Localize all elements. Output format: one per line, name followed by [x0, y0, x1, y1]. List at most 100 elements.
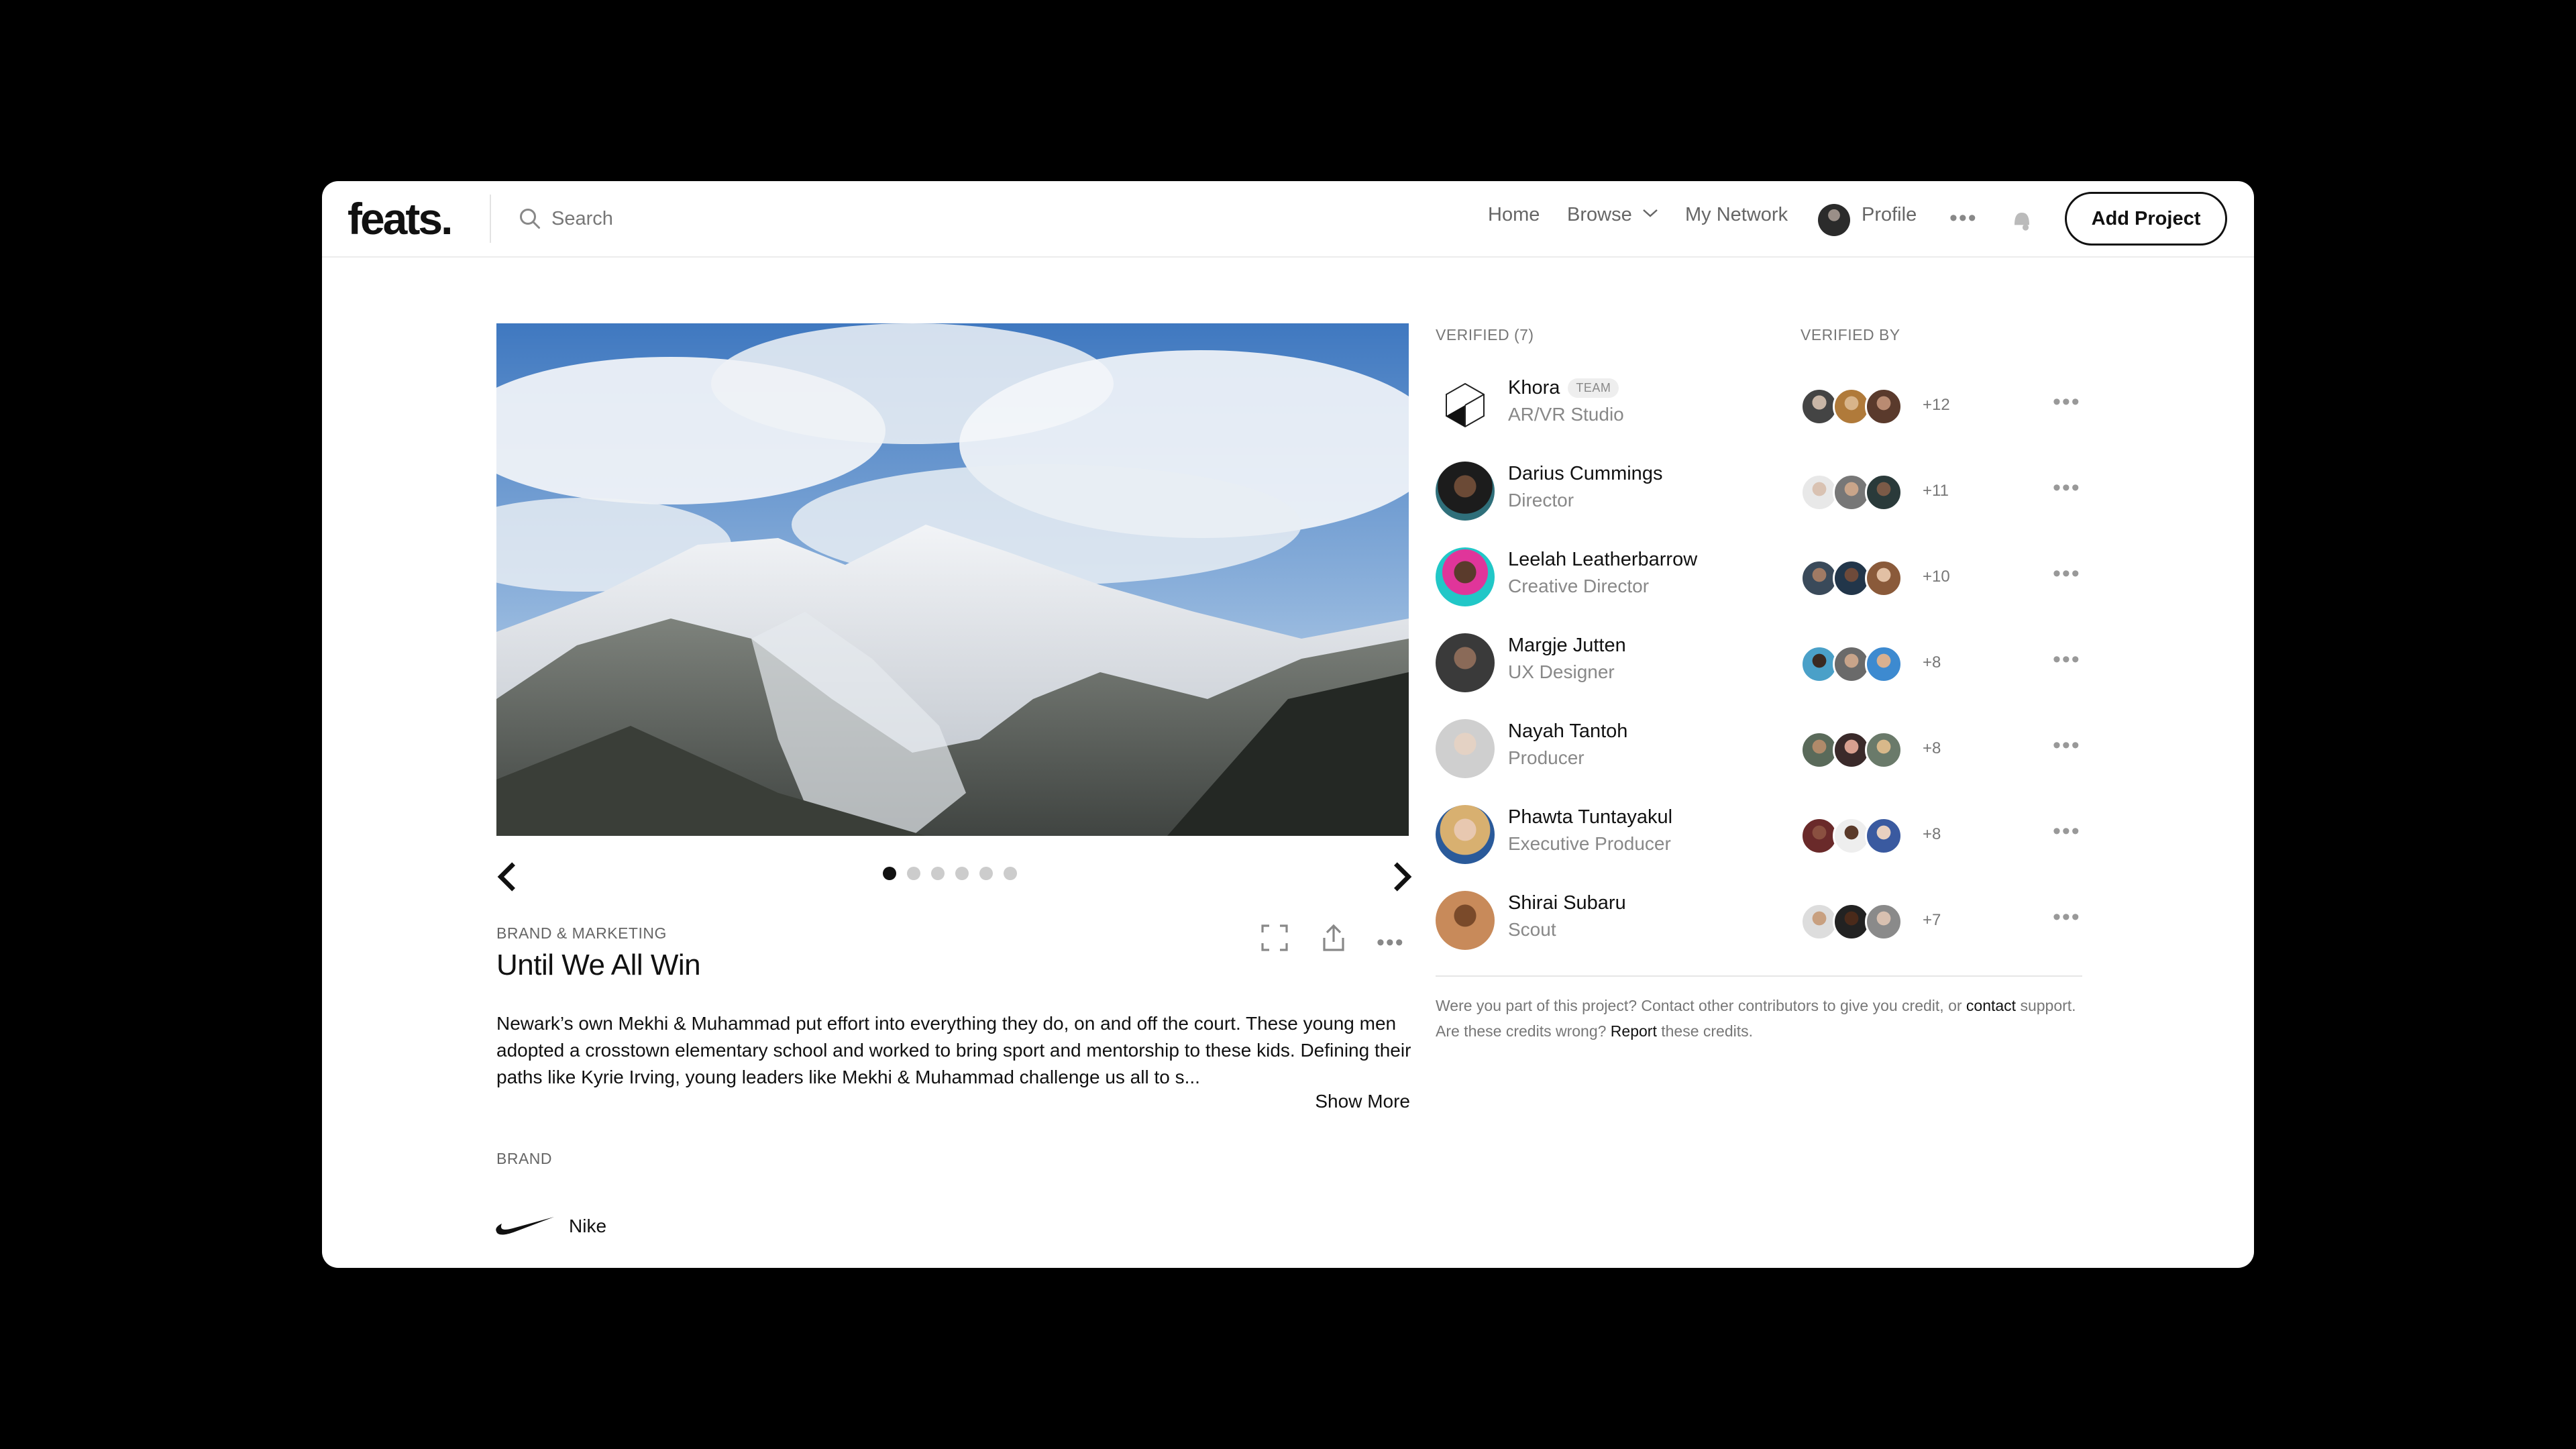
- verifier-avatars[interactable]: [1801, 645, 1902, 683]
- carousel-dot[interactable]: [883, 867, 896, 880]
- verified-name: Khora TEAM: [1508, 377, 1619, 399]
- nav-profile[interactable]: Profile: [1862, 204, 1917, 226]
- nav-home[interactable]: Home: [1488, 204, 1540, 226]
- brand-name[interactable]: Nike: [569, 1216, 606, 1237]
- verifier-count: +8: [1923, 653, 1941, 672]
- verified-row[interactable]: Darius Cummings Director +11 •••: [1436, 462, 2254, 547]
- project-more-icon[interactable]: •••: [1377, 930, 1405, 956]
- verified-by-header: VERIFIED BY: [1801, 326, 1900, 343]
- avatar: [1436, 462, 1495, 521]
- verified-row[interactable]: Khora TEAM AR/VR Studio +12 •••: [1436, 376, 2254, 462]
- carousel-prev-arrow-icon[interactable]: [494, 860, 521, 894]
- verifier-count: +7: [1923, 911, 1941, 929]
- verified-name: Shirai Subaru: [1508, 892, 1626, 914]
- row-more-icon[interactable]: •••: [2053, 647, 2081, 673]
- project-hero-image: [496, 323, 1409, 836]
- carousel-dot[interactable]: [1004, 867, 1017, 880]
- verified-name: Margje Jutten: [1508, 635, 1626, 656]
- verified-row[interactable]: Phawta Tuntayakul Executive Producer +8 …: [1436, 805, 2254, 891]
- add-project-button[interactable]: Add Project: [2065, 192, 2227, 246]
- verifier-count: +12: [1923, 396, 1950, 414]
- app-window: feats. Home Browse My Network Profile ••…: [322, 181, 2254, 1268]
- profile-avatar[interactable]: [1818, 204, 1850, 236]
- verified-row[interactable]: Shirai Subaru Scout +7 •••: [1436, 891, 2254, 977]
- verified-row[interactable]: Nayah Tantoh Producer +8 •••: [1436, 719, 2254, 805]
- row-more-icon[interactable]: •••: [2053, 561, 2081, 587]
- share-icon[interactable]: [1318, 922, 1350, 954]
- verifier-count: +11: [1923, 482, 1949, 500]
- search-input[interactable]: [551, 204, 1021, 233]
- nav-browse[interactable]: Browse: [1567, 204, 1659, 226]
- search-icon: [520, 209, 540, 229]
- verifier-avatars[interactable]: [1801, 731, 1902, 769]
- verifier-avatar: [1865, 817, 1902, 855]
- carousel-dot[interactable]: [979, 867, 993, 880]
- credits-footnote: Were you part of this project? Contact o…: [1436, 993, 2086, 1044]
- verifier-avatar: [1865, 645, 1902, 683]
- feats-logo[interactable]: feats.: [347, 193, 453, 244]
- carousel-dots: [883, 867, 1017, 880]
- show-more-link[interactable]: Show More: [1315, 1091, 1410, 1112]
- verifier-count: +8: [1923, 825, 1941, 843]
- verified-name: Darius Cummings: [1508, 463, 1663, 484]
- row-more-icon[interactable]: •••: [2053, 475, 2081, 501]
- verifier-count: +10: [1923, 568, 1950, 586]
- team-badge: TEAM: [1568, 378, 1619, 398]
- notification-bell-icon[interactable]: [2007, 205, 2037, 235]
- row-more-icon[interactable]: •••: [2053, 389, 2081, 415]
- carousel-next-arrow-icon[interactable]: [1389, 860, 1415, 894]
- verifier-avatar: [1865, 474, 1902, 511]
- carousel-dot[interactable]: [931, 867, 945, 880]
- contact-link[interactable]: contact: [1966, 997, 2016, 1014]
- avatar: [1436, 547, 1495, 606]
- expand-icon[interactable]: [1258, 922, 1291, 954]
- project-title: Until We All Win: [496, 949, 701, 981]
- verified-role: Director: [1508, 490, 1574, 511]
- verified-row[interactable]: Margje Jutten UX Designer +8 •••: [1436, 633, 2254, 719]
- verified-header: VERIFIED (7): [1436, 326, 1534, 343]
- khora-logo-icon: [1436, 376, 1495, 435]
- carousel-dot[interactable]: [955, 867, 969, 880]
- verified-name: Phawta Tuntayakul: [1508, 806, 1673, 828]
- avatar: [1436, 805, 1495, 864]
- verifier-avatar: [1865, 388, 1902, 425]
- verifier-avatars[interactable]: [1801, 388, 1902, 425]
- verifier-avatars[interactable]: [1801, 817, 1902, 855]
- verified-name-text: Khora: [1508, 377, 1560, 398]
- report-link[interactable]: Report: [1611, 1022, 1657, 1040]
- footnote-text: these credits.: [1661, 1022, 1754, 1040]
- verified-name: Leelah Leatherbarrow: [1508, 549, 1698, 570]
- carousel-dot[interactable]: [907, 867, 920, 880]
- footnote-text: Were you part of this project? Contact o…: [1436, 997, 1962, 1014]
- verifier-avatars[interactable]: [1801, 559, 1902, 597]
- top-navigation-bar: feats. Home Browse My Network Profile ••…: [322, 181, 2254, 258]
- avatar: [1436, 633, 1495, 692]
- more-menu-icon[interactable]: •••: [1949, 205, 1978, 231]
- row-more-icon[interactable]: •••: [2053, 904, 2081, 930]
- chevron-down-icon: [1642, 209, 1658, 217]
- verified-role: AR/VR Studio: [1508, 404, 1624, 425]
- brand-section-label: BRAND: [496, 1150, 553, 1167]
- credits-divider: [1436, 975, 2082, 977]
- verified-role: Producer: [1508, 747, 1585, 768]
- verifier-avatars[interactable]: [1801, 474, 1902, 511]
- avatar: [1436, 719, 1495, 778]
- verifier-avatar: [1865, 903, 1902, 941]
- verified-role: Creative Director: [1508, 576, 1650, 596]
- nav-browse-label: Browse: [1567, 204, 1632, 225]
- verified-row[interactable]: Leelah Leatherbarrow Creative Director +…: [1436, 547, 2254, 633]
- avatar: [1436, 891, 1495, 950]
- verifier-avatar: [1865, 559, 1902, 597]
- nav-my-network[interactable]: My Network: [1685, 204, 1788, 226]
- row-more-icon[interactable]: •••: [2053, 818, 2081, 845]
- verifier-avatar: [1865, 731, 1902, 769]
- project-description: Newark’s own Mekhi & Muhammad put effort…: [496, 1013, 1411, 1087]
- row-more-icon[interactable]: •••: [2053, 733, 2081, 759]
- verified-role: UX Designer: [1508, 661, 1615, 682]
- verified-role: Executive Producer: [1508, 833, 1671, 854]
- verifier-avatars[interactable]: [1801, 903, 1902, 941]
- verified-name: Nayah Tantoh: [1508, 720, 1628, 742]
- nike-swoosh-logo-icon[interactable]: [495, 1213, 555, 1237]
- logo-divider: [490, 195, 491, 243]
- project-category: BRAND & MARKETING: [496, 924, 667, 942]
